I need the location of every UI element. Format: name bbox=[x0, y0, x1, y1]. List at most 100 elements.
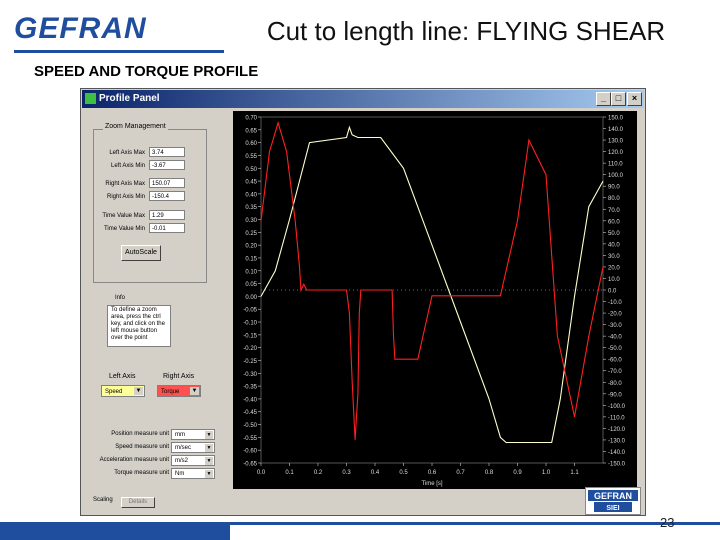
left-tick-label: 0.70 bbox=[245, 116, 257, 122]
torque-unit-label: Torque measure unit bbox=[114, 470, 169, 476]
x-tick-label: 0.3 bbox=[342, 470, 351, 476]
x-tick-label: 0.9 bbox=[513, 470, 522, 476]
right-tick-label: 80.0 bbox=[608, 196, 620, 202]
x-tick-label: 0.7 bbox=[456, 470, 465, 476]
right-tick-label: 150.0 bbox=[608, 116, 624, 122]
left-tick-label: 0.40 bbox=[245, 192, 257, 198]
left-tick-label: -0.30 bbox=[243, 372, 257, 378]
torque-unit-value: Nm bbox=[175, 471, 185, 477]
right-axis-select-value: Torque bbox=[161, 389, 180, 395]
window-titlebar[interactable]: Profile Panel _ □ × bbox=[82, 90, 644, 108]
zoom-management-label: Zoom Management bbox=[103, 123, 168, 130]
svg-text:GEFRAN: GEFRAN bbox=[14, 12, 147, 44]
right-tick-label: -130.0 bbox=[608, 438, 626, 444]
left-tick-label: 0.05 bbox=[245, 282, 257, 288]
left-tick-label: 0.30 bbox=[245, 218, 257, 224]
profile-chart[interactable]: 0.70 0.65 0.60 0.55 0.50 0.45 0.40 0.35 0.30 0.25… bbox=[233, 111, 637, 489]
x-tick-label: 0.0 bbox=[257, 470, 266, 476]
left-tick-label: -0.60 bbox=[243, 449, 257, 455]
right-tick-label: -60.0 bbox=[608, 358, 622, 364]
position-unit-value: mm bbox=[175, 432, 185, 438]
right-axis-select-label: Right Axis bbox=[163, 373, 195, 380]
gefran-siei-logo: GEFRAN SIEI bbox=[588, 490, 638, 512]
right-axis-min-input[interactable]: -150.4 bbox=[149, 191, 185, 201]
left-tick-label: 0.50 bbox=[245, 167, 257, 173]
left-tick-label: -0.65 bbox=[243, 462, 257, 468]
right-tick-label: -110.0 bbox=[608, 415, 625, 421]
profile-chart-svg: 0.700.650.600.550.500.450.400.350.300.25… bbox=[243, 116, 626, 488]
acceleration-unit-label: Acceleration measure unit bbox=[99, 457, 169, 463]
left-tick-label: 0.45 bbox=[245, 180, 257, 186]
right-tick-label: 90.0 bbox=[608, 185, 620, 191]
left-axis-max-input[interactable]: 3.74 bbox=[149, 147, 185, 157]
position-unit-label: Position measure unit bbox=[111, 431, 169, 437]
slide-subtitle: SPEED AND TORQUE PROFILE bbox=[34, 63, 259, 80]
time-value-max-input[interactable]: 1.29 bbox=[149, 210, 185, 220]
time-value-min-input[interactable]: -0.01 bbox=[149, 223, 185, 233]
control-panel: Zoom Management Left Axis Max 3.74 Left … bbox=[85, 111, 215, 509]
window-title: Profile Panel bbox=[99, 93, 160, 104]
left-axis-min-input[interactable]: -3.67 bbox=[149, 160, 185, 170]
right-tick-label: -10.0 bbox=[608, 300, 622, 306]
right-tick-label: 50.0 bbox=[608, 231, 620, 237]
right-axis-min-label: Right Axis Min bbox=[106, 194, 145, 200]
time-value-min-label: Time Value Min bbox=[103, 226, 145, 232]
right-tick-label: 60.0 bbox=[608, 219, 620, 225]
left-tick-label: 0.20 bbox=[245, 244, 257, 250]
profile-panel-window: Profile Panel _ □ × Zoom Management Left… bbox=[80, 88, 646, 516]
acceleration-unit-select[interactable]: m/s2 ▼ bbox=[171, 455, 215, 466]
right-tick-label: 100.0 bbox=[608, 173, 624, 179]
torque-unit-select[interactable]: Nm ▼ bbox=[171, 468, 215, 479]
header-rule bbox=[14, 50, 224, 53]
close-button[interactable]: × bbox=[627, 92, 642, 106]
right-axis-select[interactable]: Torque ▼ bbox=[157, 385, 201, 397]
chevron-down-icon: ▼ bbox=[205, 431, 213, 439]
slide-title: Cut to length line: FLYING SHEAR bbox=[266, 16, 666, 46]
details-button[interactable]: Details bbox=[121, 497, 155, 508]
acceleration-unit-value: m/s2 bbox=[175, 458, 189, 464]
right-tick-label: -140.0 bbox=[608, 450, 626, 456]
right-tick-label: 30.0 bbox=[608, 254, 620, 260]
maximize-button[interactable]: □ bbox=[611, 92, 626, 106]
minimize-button[interactable]: _ bbox=[596, 92, 611, 106]
left-tick-label: -0.20 bbox=[243, 346, 257, 352]
right-tick-label: -120.0 bbox=[608, 427, 626, 433]
right-tick-label: -100.0 bbox=[608, 404, 626, 410]
left-tick-label: -0.40 bbox=[243, 397, 257, 403]
badge-sub-text: SIEI bbox=[606, 505, 619, 512]
footer-rule bbox=[230, 522, 720, 525]
autoscale-button[interactable]: AutoScale bbox=[121, 245, 161, 261]
x-tick-label: 1.1 bbox=[570, 470, 579, 476]
info-textbox: To define a zoom area, press the ctrl ke… bbox=[107, 305, 171, 347]
right-tick-label: 120.0 bbox=[608, 150, 624, 156]
x-tick-label: 0.8 bbox=[485, 470, 494, 476]
time-value-max-label: Time Value Max bbox=[102, 213, 145, 219]
left-tick-label: -0.55 bbox=[243, 436, 257, 442]
left-tick-label: -0.05 bbox=[243, 308, 257, 314]
x-tick-label: 0.2 bbox=[314, 470, 323, 476]
chevron-down-icon: ▼ bbox=[190, 387, 199, 395]
left-tick-label: -0.25 bbox=[243, 359, 257, 365]
chevron-down-icon: ▼ bbox=[205, 457, 213, 465]
position-unit-select[interactable]: mm ▼ bbox=[171, 429, 215, 440]
left-tick-label: 0.65 bbox=[245, 128, 257, 134]
badge-text: GEFRAN bbox=[594, 491, 632, 501]
left-axis-select[interactable]: Speed ▼ bbox=[101, 385, 145, 397]
info-label: Info bbox=[115, 295, 126, 301]
left-tick-label: 0.10 bbox=[245, 269, 257, 275]
speed-unit-label: Speed measure unit bbox=[115, 444, 169, 450]
right-tick-label: 40.0 bbox=[608, 242, 620, 248]
speed-unit-select[interactable]: m/sec ▼ bbox=[171, 442, 215, 453]
right-axis-max-input[interactable]: 150.07 bbox=[149, 178, 185, 188]
right-tick-label: -90.0 bbox=[608, 392, 622, 398]
app-icon bbox=[85, 93, 96, 104]
left-tick-label: -0.45 bbox=[243, 410, 257, 416]
right-tick-label: 130.0 bbox=[608, 139, 624, 145]
left-tick-label: -0.15 bbox=[243, 333, 257, 339]
right-tick-label: -80.0 bbox=[608, 381, 622, 387]
left-tick-label: 0.15 bbox=[245, 256, 257, 262]
right-tick-label: 10.0 bbox=[608, 277, 620, 283]
right-tick-label: -40.0 bbox=[608, 335, 622, 341]
x-tick-label: 0.4 bbox=[371, 470, 380, 476]
x-tick-label: 0.5 bbox=[399, 470, 408, 476]
